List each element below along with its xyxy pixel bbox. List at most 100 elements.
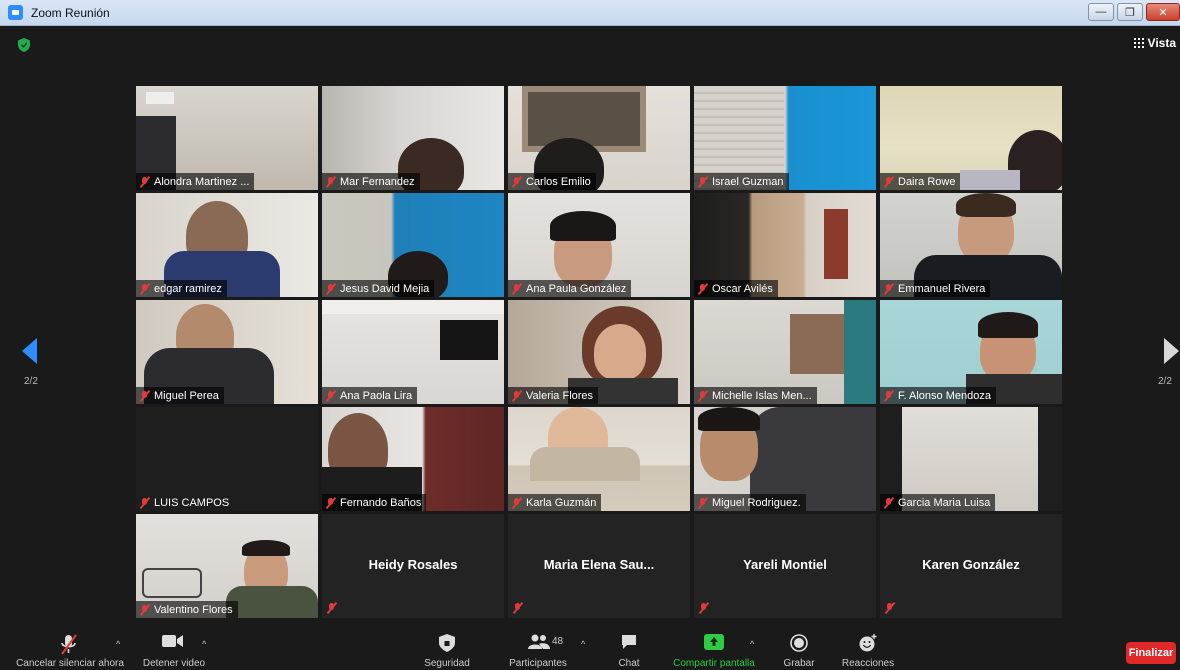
participant-name-tag: Oscar Avilés bbox=[694, 280, 778, 297]
participant-tile[interactable]: Mar Fernandez bbox=[322, 86, 504, 190]
share-screen-icon bbox=[704, 634, 724, 650]
mic-muted-icon bbox=[883, 176, 894, 188]
mic-muted-icon bbox=[511, 390, 522, 402]
participants-options-caret[interactable]: ^ bbox=[581, 639, 585, 649]
unmute-label: Cancelar silenciar ahora bbox=[16, 658, 124, 669]
participant-name-tag: LUIS CAMPOS bbox=[136, 494, 234, 511]
participant-name: Heidy Rosales bbox=[368, 557, 458, 572]
participant-tile[interactable]: Ana Paula González bbox=[508, 193, 690, 297]
record-label: Grabar bbox=[783, 658, 815, 669]
participant-tile[interactable]: Ana Paola Lira bbox=[322, 300, 504, 404]
participant-tile[interactable]: Emmanuel Rivera bbox=[880, 193, 1062, 297]
mic-muted-icon bbox=[883, 283, 894, 295]
window-title: Zoom Reunión bbox=[31, 5, 110, 20]
security-label: Seguridad bbox=[424, 658, 470, 669]
mic-muted-icon bbox=[883, 390, 894, 402]
view-button[interactable]: Vista bbox=[1133, 36, 1180, 50]
participant-name-tag: Ana Paola Lira bbox=[322, 387, 418, 404]
participant-tile[interactable]: Alondra Martinez ... bbox=[136, 86, 318, 190]
participant-tile[interactable]: Yareli Montiel bbox=[694, 514, 876, 618]
share-screen-button[interactable]: Compartir pantalla bbox=[670, 628, 758, 670]
participant-tile[interactable]: Fernando Baños bbox=[322, 407, 504, 511]
close-button[interactable]: ✕ bbox=[1146, 3, 1180, 21]
participant-tile[interactable]: Karla Guzmán bbox=[508, 407, 690, 511]
mic-muted-icon bbox=[325, 497, 336, 509]
participant-tile[interactable]: Miguel Rodriguez. bbox=[694, 407, 876, 511]
participant-tile[interactable]: Daira Rowe bbox=[880, 86, 1062, 190]
participant-name-tag: Valeria Flores bbox=[508, 387, 599, 404]
audio-options-caret[interactable]: ^ bbox=[116, 639, 120, 649]
participant-tile[interactable]: F. Alonso Mendoza bbox=[880, 300, 1062, 404]
participants-label: Participantes bbox=[509, 658, 567, 669]
mic-muted-icon bbox=[697, 497, 708, 509]
mic-muted-icon bbox=[884, 602, 895, 614]
participant-tile[interactable]: Heidy Rosales bbox=[322, 514, 504, 618]
minimize-button[interactable]: — bbox=[1088, 3, 1114, 21]
encryption-shield-icon[interactable] bbox=[18, 38, 30, 52]
chat-button[interactable]: Chat bbox=[612, 628, 646, 670]
mic-muted-icon bbox=[139, 176, 150, 188]
record-button[interactable]: Grabar bbox=[780, 628, 818, 670]
mic-muted-icon bbox=[697, 390, 708, 402]
window-controls: — ❐ ✕ bbox=[1088, 3, 1180, 21]
mic-muted-icon bbox=[512, 602, 523, 614]
participant-name: Maria Elena Sau... bbox=[543, 557, 655, 572]
mic-muted-icon bbox=[698, 602, 709, 614]
participant-name-tag: Garcia Maria Luisa bbox=[880, 494, 996, 511]
reactions-label: Reacciones bbox=[841, 658, 895, 669]
participant-name-tag: Miguel Rodriguez. bbox=[694, 494, 806, 511]
page-indicator-right: 2/2 bbox=[1158, 376, 1172, 387]
maximize-button[interactable]: ❐ bbox=[1117, 3, 1143, 21]
participant-tile[interactable]: Oscar Avilés bbox=[694, 193, 876, 297]
participant-tile[interactable]: Michelle Islas Men... bbox=[694, 300, 876, 404]
page-indicator-left: 2/2 bbox=[24, 376, 38, 387]
participant-tile[interactable]: Jesus David Mejia bbox=[322, 193, 504, 297]
record-icon bbox=[790, 634, 808, 652]
end-meeting-button[interactable]: Finalizar bbox=[1126, 642, 1176, 664]
participants-button[interactable]: 48 Participantes bbox=[506, 628, 570, 670]
participant-name: Yareli Montiel bbox=[743, 557, 827, 572]
mic-muted-icon bbox=[511, 497, 522, 509]
participant-tile[interactable]: Karen González bbox=[880, 514, 1062, 618]
mic-muted-icon bbox=[511, 283, 522, 295]
mic-muted-icon bbox=[883, 497, 894, 509]
participant-name-tag: Emmanuel Rivera bbox=[880, 280, 991, 297]
security-button[interactable]: Seguridad bbox=[420, 628, 474, 670]
participant-tile[interactable]: Garcia Maria Luisa bbox=[880, 407, 1062, 511]
participant-name-tag: Michelle Islas Men... bbox=[694, 387, 817, 404]
participant-tile[interactable]: Valentino Flores bbox=[136, 514, 318, 618]
mic-muted-icon bbox=[139, 497, 150, 509]
share-screen-label: Compartir pantalla bbox=[673, 658, 755, 669]
grid-view-icon bbox=[1133, 38, 1144, 48]
reactions-button[interactable]: Reacciones bbox=[840, 628, 896, 670]
share-options-caret[interactable]: ^ bbox=[750, 639, 754, 649]
participant-tile[interactable]: Miguel Perea bbox=[136, 300, 318, 404]
participant-name-tag: Ana Paula González bbox=[508, 280, 632, 297]
video-options-caret[interactable]: ^ bbox=[202, 639, 206, 649]
participant-tile[interactable]: Israel Guzman bbox=[694, 86, 876, 190]
unmute-button[interactable]: Cancelar silenciar ahora bbox=[12, 628, 128, 670]
participant-tile[interactable]: Carlos Emilio bbox=[508, 86, 690, 190]
reactions-smiley-icon bbox=[859, 634, 877, 652]
stop-video-button[interactable]: Detener video bbox=[138, 628, 210, 670]
mic-muted-icon bbox=[139, 390, 150, 402]
security-shield-icon bbox=[439, 634, 455, 652]
next-page-arrow-icon[interactable] bbox=[1163, 338, 1179, 364]
mic-muted-icon bbox=[511, 176, 522, 188]
mic-muted-icon bbox=[139, 283, 150, 295]
mic-muted-icon bbox=[139, 604, 150, 616]
mic-muted-icon bbox=[697, 283, 708, 295]
participant-name-tag: Alondra Martinez ... bbox=[136, 173, 255, 190]
participant-tile[interactable]: Maria Elena Sau... bbox=[508, 514, 690, 618]
participant-tile[interactable]: edgar ramirez bbox=[136, 193, 318, 297]
participant-name-tag: Daira Rowe bbox=[880, 173, 961, 190]
mic-muted-icon bbox=[326, 602, 337, 614]
participants-icon bbox=[528, 634, 550, 649]
chat-label: Chat bbox=[618, 658, 640, 669]
participant-name-tag: Valentino Flores bbox=[136, 601, 238, 618]
participant-tile[interactable]: LUIS CAMPOS bbox=[136, 407, 318, 511]
participant-tile[interactable]: Valeria Flores bbox=[508, 300, 690, 404]
participant-name-tag: Karla Guzmán bbox=[508, 494, 602, 511]
stop-video-label: Detener video bbox=[142, 658, 206, 669]
previous-page-arrow-icon[interactable] bbox=[22, 338, 38, 364]
